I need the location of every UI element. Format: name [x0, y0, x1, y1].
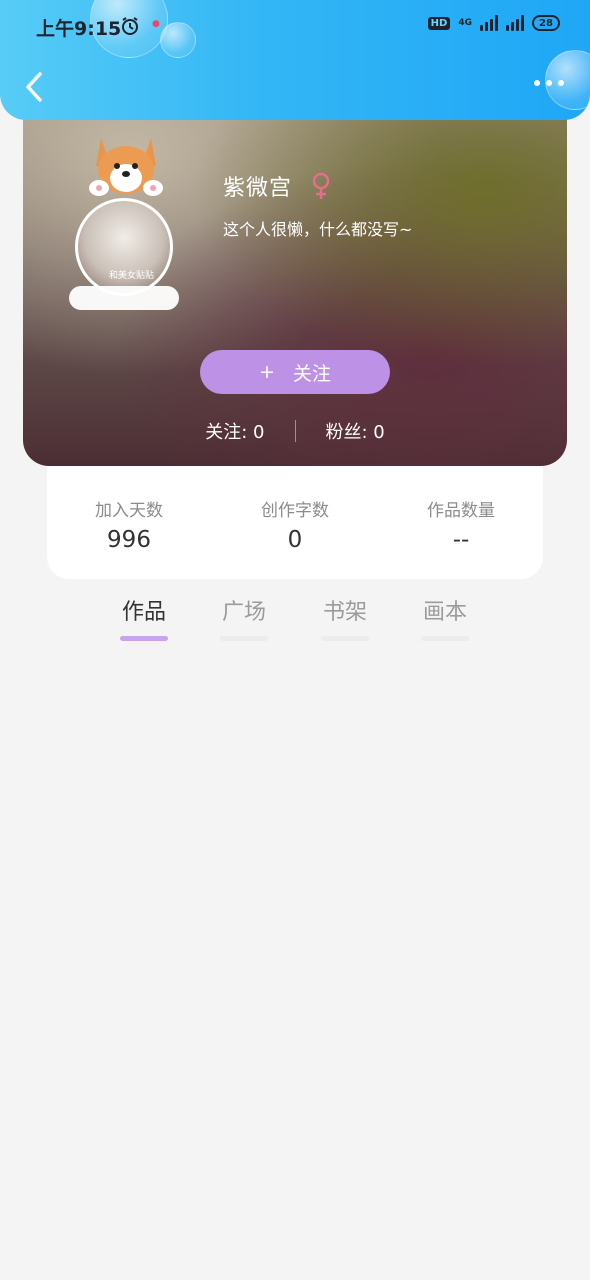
tab-label: 广场: [221, 600, 266, 625]
tab-indicator: [321, 636, 369, 641]
user-name: 紫微宫: [223, 176, 293, 201]
tab-plaza[interactable]: 广场: [214, 594, 274, 641]
top-header: 上午9:15 ● HD 4G 28: [0, 0, 590, 120]
status-icons: HD 4G 28: [427, 15, 560, 31]
stat-value: 996: [107, 527, 151, 553]
stat-label: 作品数量: [427, 501, 495, 521]
avatar-tag: 和美女贴贴: [109, 271, 155, 281]
signal-icon: [480, 15, 498, 31]
follow-button[interactable]: + 关注: [200, 350, 390, 394]
tab-label: 作品: [121, 600, 166, 625]
stat-label: 创作字数: [261, 501, 329, 521]
tab-picture-book[interactable]: 画本: [415, 594, 475, 641]
cloud-decoration: [69, 286, 179, 310]
tab-label: 书架: [322, 600, 367, 625]
female-icon: [312, 172, 330, 199]
stat-value: 0: [287, 527, 303, 553]
stat-label: 加入天数: [95, 501, 163, 521]
tab-indicator: [421, 636, 469, 641]
follow-counts: 关注: 0 粉丝: 0: [23, 418, 567, 444]
notification-icon: ●: [152, 19, 160, 29]
decor-bubble: [160, 22, 196, 58]
follow-button-label: 关注: [292, 362, 331, 385]
stats-panel: 加入天数 996 创作字数 0 作品数量 --: [47, 450, 543, 579]
stat-value: --: [452, 527, 470, 553]
avatar[interactable]: [75, 198, 173, 296]
user-bio: 这个人很懒，什么都没写~: [223, 220, 413, 239]
tab-bookshelf[interactable]: 书架: [315, 594, 375, 641]
followers-count[interactable]: 粉丝: 0: [326, 418, 385, 444]
tab-indicator: [120, 636, 168, 641]
content-tabs: 作品 广场 书架 画本: [94, 594, 494, 644]
count-divider: [294, 420, 296, 442]
hd-badge: HD: [427, 16, 451, 30]
corgi-frame-icon: [89, 138, 163, 196]
profile-card: 和美女贴贴 紫微宫 这个人很懒，什么都没写~ + 关注 关注: 0 粉丝: 0: [23, 100, 567, 466]
more-options-icon[interactable]: [534, 80, 564, 86]
tab-label: 画本: [422, 600, 467, 625]
alarm-icon: [122, 17, 138, 35]
battery-icon: 28: [532, 15, 560, 31]
tab-works[interactable]: 作品: [114, 594, 174, 641]
stat-works-count: 作品数量 --: [391, 496, 531, 553]
network-label: 4G: [458, 18, 472, 28]
back-icon[interactable]: [20, 70, 52, 104]
stat-join-days: 加入天数 996: [59, 496, 199, 553]
avatar-frame[interactable]: 和美女贴贴: [63, 128, 193, 310]
following-count[interactable]: 关注: 0: [205, 418, 264, 444]
tab-indicator: [220, 636, 268, 641]
plus-icon: +: [259, 361, 275, 383]
signal-icon-2: [506, 15, 524, 31]
status-time: 上午9:15: [36, 18, 122, 40]
stat-word-count: 创作字数 0: [225, 496, 365, 553]
